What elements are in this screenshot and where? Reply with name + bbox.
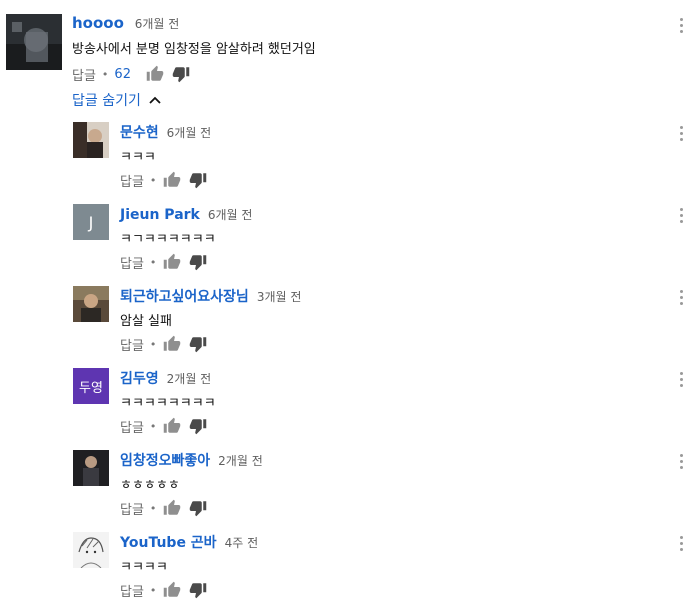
thumb-up-icon[interactable]	[162, 416, 182, 436]
thumb-up-icon[interactable]	[162, 170, 182, 190]
comment-time[interactable]: 4주 전	[225, 536, 259, 550]
comment-time[interactable]: 6개월 전	[167, 126, 212, 140]
thumb-down-icon[interactable]	[188, 580, 208, 600]
reply-header: 김두영 2개월 전	[120, 368, 211, 388]
reply-actions: 답글 •	[120, 498, 214, 518]
author-name[interactable]: 문수현	[120, 125, 159, 141]
comment-time[interactable]: 3개월 전	[257, 290, 302, 304]
more-vertical-icon[interactable]	[678, 454, 684, 469]
reply-actions: 답글 •	[120, 416, 214, 436]
reply-text: ㅋㄱㅋㅋㅋㅋㅋㅋ	[120, 232, 216, 247]
reply-button[interactable]: 답글	[120, 581, 144, 600]
more-vertical-icon[interactable]	[678, 208, 684, 223]
avatar-initials: 두영	[73, 368, 109, 404]
thumb-down-icon[interactable]	[188, 334, 208, 354]
thumb-up-icon[interactable]	[162, 252, 182, 272]
like-count: 62	[114, 66, 131, 82]
reply-header: Jieun Park 6개월 전	[120, 204, 252, 223]
separator-dot: •	[149, 173, 157, 187]
comment-time[interactable]: 6개월 전	[208, 208, 253, 222]
reply-text: ㅋㅋㅋㅋㅋㅋㅋㅋ	[120, 396, 216, 411]
separator-dot: •	[149, 337, 157, 351]
more-vertical-icon[interactable]	[678, 372, 684, 387]
author-name[interactable]: 임창정오빠좋아	[120, 453, 210, 469]
comment-time[interactable]: 2개월 전	[167, 372, 212, 386]
author-name[interactable]: YouTube 곤바	[120, 535, 217, 551]
avatar[interactable]	[73, 286, 109, 322]
reply-button[interactable]: 답글	[120, 253, 144, 272]
author-name[interactable]: 김두영	[120, 371, 159, 387]
reply-actions: 답글 •	[120, 334, 214, 354]
reply-text: ㅋㅋㅋ	[120, 150, 156, 165]
separator-dot: •	[149, 255, 157, 269]
thumb-down-icon[interactable]	[188, 416, 208, 436]
reply-button[interactable]: 답글	[120, 335, 144, 354]
thumb-down-icon[interactable]	[171, 64, 191, 84]
separator-dot: •	[149, 501, 157, 515]
reply-button[interactable]: 답글	[120, 417, 144, 436]
hide-replies-button[interactable]: 답글 숨기기	[72, 90, 161, 110]
more-vertical-icon[interactable]	[678, 536, 684, 551]
comment-actions: 답글 • 62	[72, 64, 197, 84]
avatar[interactable]: J	[73, 204, 109, 240]
more-vertical-icon[interactable]	[678, 126, 684, 141]
reply-text: 암살 실패	[120, 314, 172, 329]
thumb-up-icon[interactable]	[145, 64, 165, 84]
more-vertical-icon[interactable]	[678, 18, 684, 33]
separator-dot: •	[149, 419, 157, 433]
avatar[interactable]	[6, 14, 62, 70]
thumb-up-icon[interactable]	[162, 580, 182, 600]
author-name[interactable]: hoooo	[72, 14, 124, 32]
avatar[interactable]: 두영	[73, 368, 109, 404]
separator-dot: •	[149, 583, 157, 597]
reply-header: YouTube 곤바 4주 전	[120, 532, 258, 552]
avatar[interactable]	[73, 450, 109, 486]
reply-text: ㅎㅎㅎㅎㅎ	[120, 478, 180, 493]
comment-text: 방송사에서 분명 임창정을 암살하려 했던거임	[72, 42, 316, 57]
comment-header: hoooo 6개월 전	[72, 14, 179, 32]
separator-dot: •	[101, 67, 109, 81]
author-name[interactable]: Jieun Park	[120, 207, 200, 223]
hide-replies-label: 답글 숨기기	[72, 93, 141, 109]
thumb-up-icon[interactable]	[162, 498, 182, 518]
reply-actions: 답글 •	[120, 170, 214, 190]
reply-button[interactable]: 답글	[72, 65, 96, 84]
avatar-initials: J	[73, 204, 109, 240]
reply-button[interactable]: 답글	[120, 171, 144, 190]
comment-time[interactable]: 2개월 전	[218, 454, 263, 468]
avatar[interactable]	[73, 532, 109, 568]
comment-time[interactable]: 6개월 전	[135, 17, 180, 31]
chevron-up-icon	[149, 96, 161, 104]
thumb-down-icon[interactable]	[188, 498, 208, 518]
reply-button[interactable]: 답글	[120, 499, 144, 518]
reply-text: ㅋㅋㅋㅋ	[120, 560, 168, 575]
reply-header: 임창정오빠좋아 2개월 전	[120, 450, 263, 470]
reply-actions: 답글 •	[120, 580, 214, 600]
thumb-down-icon[interactable]	[188, 170, 208, 190]
thumb-up-icon[interactable]	[162, 334, 182, 354]
reply-header: 문수현 6개월 전	[120, 122, 211, 142]
thumb-down-icon[interactable]	[188, 252, 208, 272]
author-name[interactable]: 퇴근하고싶어요사장님	[120, 289, 249, 305]
reply-actions: 답글 •	[120, 252, 214, 272]
more-vertical-icon[interactable]	[678, 290, 684, 305]
avatar[interactable]	[73, 122, 109, 158]
reply-header: 퇴근하고싶어요사장님 3개월 전	[120, 286, 301, 306]
